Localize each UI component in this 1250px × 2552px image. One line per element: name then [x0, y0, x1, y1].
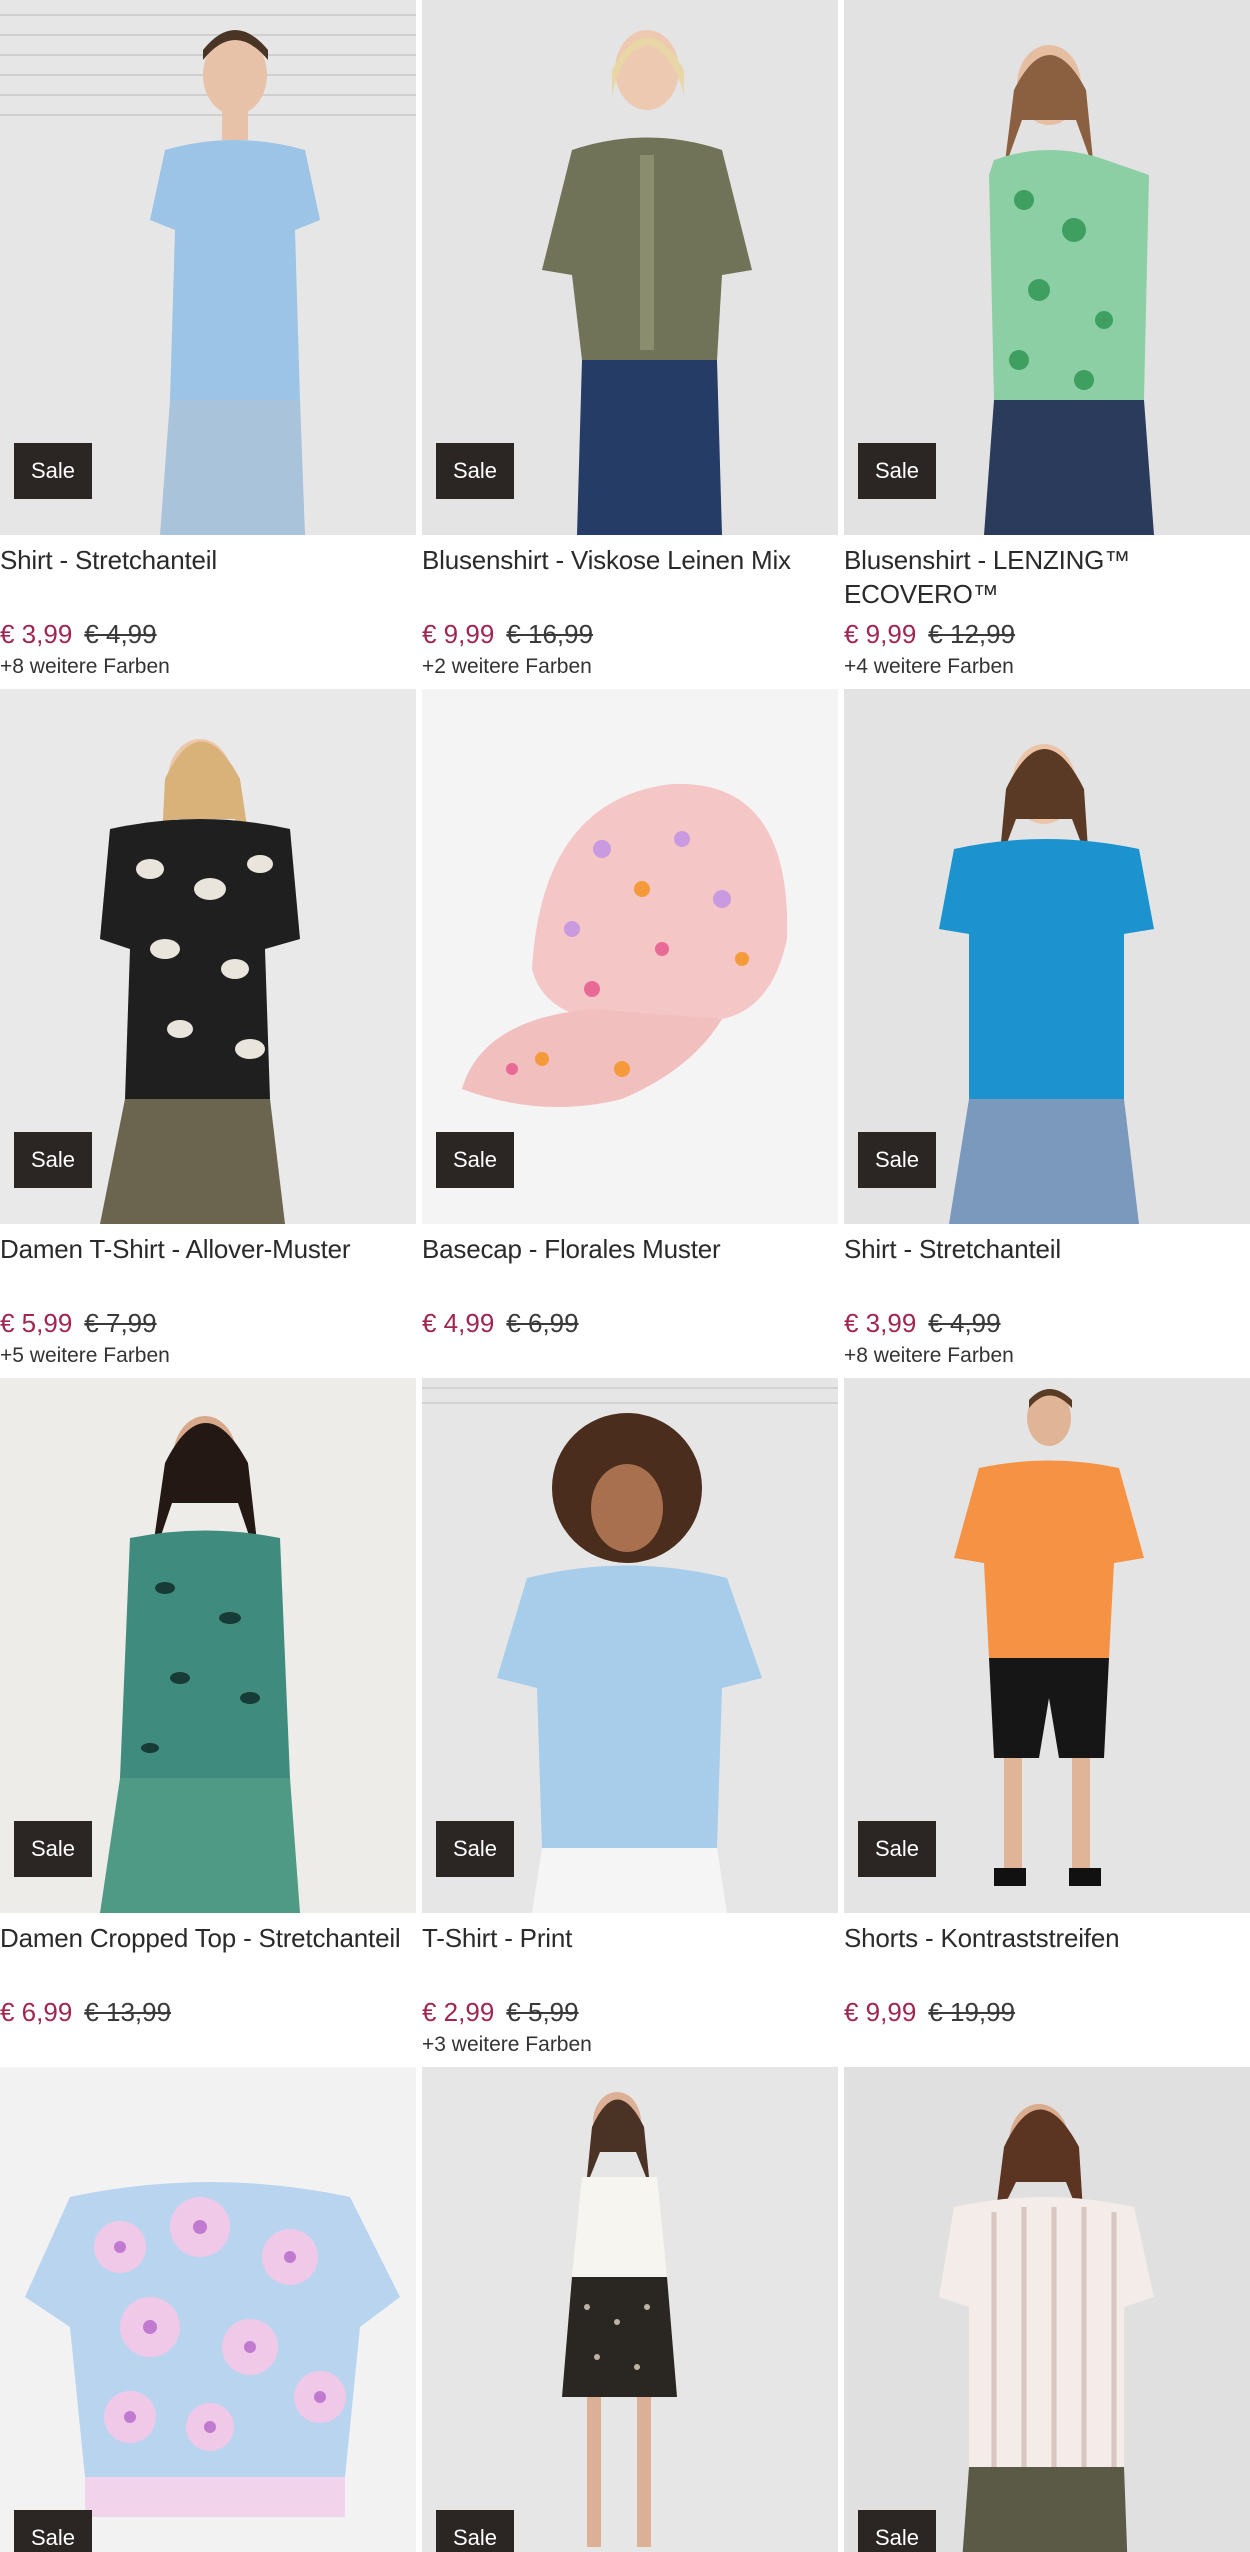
product-image[interactable]: Sale	[0, 0, 416, 535]
product-card[interactable]: Sale T-Shirt - Print € 2,99 € 5,99 +3 wei…	[422, 1378, 838, 2067]
product-title[interactable]: Damen Cropped Top - Stretchanteil	[0, 1921, 416, 1989]
product-card[interactable]: Sale Shirt - Stretchanteil € 3,99 € 4,99 …	[0, 0, 416, 689]
more-colors-link[interactable]: +3 weitere Farben	[422, 2031, 838, 2059]
sale-price: € 6,99	[0, 1997, 73, 2027]
sale-badge: Sale	[14, 443, 92, 499]
sale-badge: Sale	[14, 1821, 92, 1877]
sale-price: € 2,99	[422, 1997, 495, 2027]
product-image[interactable]: Sale	[0, 2067, 416, 2552]
more-colors-link[interactable]: +4 weitere Farben	[844, 653, 1250, 681]
sale-badge: Sale	[436, 1821, 514, 1877]
product-title[interactable]: Basecap - Florales Muster	[422, 1232, 838, 1300]
product-title[interactable]: Shirt - Stretchanteil	[0, 543, 416, 611]
product-title[interactable]: Blusenshirt - Viskose Leinen Mix	[422, 543, 838, 611]
more-colors-link[interactable]: +8 weitere Farben	[844, 1342, 1250, 1370]
product-title[interactable]: Blusenshirt - LENZING™ ECOVERO™	[844, 543, 1250, 611]
more-colors-link[interactable]: +2 weitere Farben	[422, 653, 838, 681]
product-title[interactable]: Damen T-Shirt - Allover-Muster	[0, 1232, 416, 1300]
product-card[interactable]: Sale Damen Cropped Top - Stretchanteil €…	[0, 1378, 416, 2067]
original-price: € 13,99	[84, 1997, 172, 2027]
sale-badge: Sale	[436, 1132, 514, 1188]
product-image[interactable]: Sale	[422, 0, 838, 535]
sale-badge: Sale	[858, 443, 936, 499]
product-card[interactable]: Sale	[844, 2067, 1250, 2552]
more-colors-link[interactable]: +5 weitere Farben	[0, 1342, 416, 1370]
product-image[interactable]: Sale	[0, 689, 416, 1224]
sale-badge: Sale	[14, 2510, 92, 2552]
sale-badge: Sale	[858, 1821, 936, 1877]
sale-badge: Sale	[436, 443, 514, 499]
product-card[interactable]: Sale Blusenshirt - LENZING™ ECOVERO™ € 9…	[844, 0, 1250, 689]
sale-price: € 3,99	[0, 619, 73, 649]
original-price: € 4,99	[84, 619, 157, 649]
sale-badge: Sale	[858, 2510, 936, 2552]
sale-badge: Sale	[14, 1132, 92, 1188]
sale-price: € 5,99	[0, 1308, 73, 1338]
product-title[interactable]: T-Shirt - Print	[422, 1921, 838, 1989]
more-colors-link[interactable]: +8 weitere Farben	[0, 653, 416, 681]
original-price: € 5,99	[506, 1997, 579, 2027]
original-price: € 16,99	[506, 619, 594, 649]
product-card[interactable]: Sale Blusenshirt - Viskose Leinen Mix € …	[422, 0, 838, 689]
sale-price: € 9,99	[844, 619, 917, 649]
product-card[interactable]: Sale Basecap - Florales Muster € 4,99 € 6…	[422, 689, 838, 1378]
product-image[interactable]: Sale	[844, 0, 1250, 535]
product-card[interactable]: Sale	[0, 2067, 416, 2552]
sale-badge: Sale	[858, 1132, 936, 1188]
sale-price: € 9,99	[422, 619, 495, 649]
product-image[interactable]: Sale	[844, 2067, 1250, 2552]
sale-price: € 9,99	[844, 1997, 917, 2027]
product-image[interactable]: Sale	[422, 2067, 838, 2552]
sale-price: € 4,99	[422, 1308, 495, 1338]
product-grid: Sale Shirt - Stretchanteil € 3,99 € 4,99 …	[0, 0, 1250, 2552]
sale-price: € 3,99	[844, 1308, 917, 1338]
product-card[interactable]: Sale Shirt - Stretchanteil € 3,99 € 4,99 …	[844, 689, 1250, 1378]
original-price: € 7,99	[84, 1308, 157, 1338]
original-price: € 6,99	[506, 1308, 579, 1338]
original-price: € 19,99	[928, 1997, 1016, 2027]
product-title[interactable]: Shorts - Kontraststreifen	[844, 1921, 1250, 1989]
product-card[interactable]: Sale	[422, 2067, 838, 2552]
product-image[interactable]: Sale	[844, 1378, 1250, 1913]
sale-badge: Sale	[436, 2510, 514, 2552]
product-title[interactable]: Shirt - Stretchanteil	[844, 1232, 1250, 1300]
product-card[interactable]: Sale Shorts - Kontraststreifen € 9,99 € 1…	[844, 1378, 1250, 2067]
product-image[interactable]: Sale	[0, 1378, 416, 1913]
original-price: € 4,99	[928, 1308, 1001, 1338]
original-price: € 12,99	[928, 619, 1016, 649]
product-image[interactable]: Sale	[422, 1378, 838, 1913]
product-image[interactable]: Sale	[422, 689, 838, 1224]
product-image[interactable]: Sale	[844, 689, 1250, 1224]
product-card[interactable]: Sale Damen T-Shirt - Allover-Muster € 5,…	[0, 689, 416, 1378]
